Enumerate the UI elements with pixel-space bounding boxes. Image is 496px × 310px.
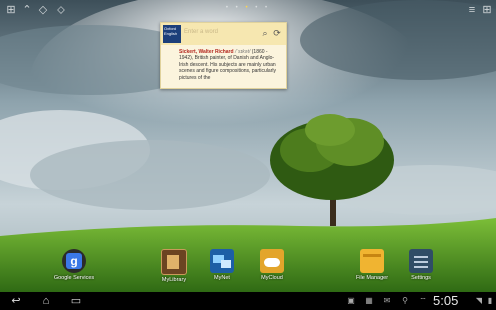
page-dot-active: • bbox=[245, 5, 251, 11]
app-label: File Manager bbox=[355, 275, 389, 281]
app-file-manager[interactable]: File Manager bbox=[346, 249, 398, 281]
battery-icon: ▮ bbox=[487, 296, 493, 305]
email-icon[interactable]: ✉ bbox=[382, 296, 392, 306]
home-icon[interactable]: ⌂ bbox=[38, 294, 54, 308]
app-mynet[interactable]: MyNet bbox=[196, 249, 248, 281]
all-apps-icon[interactable]: ⊞ bbox=[480, 3, 494, 17]
top-bar: ⊞ ⌃ ◇ ⬦ • • • • • ≡ ⊞ bbox=[0, 0, 496, 20]
page-dot: • bbox=[265, 5, 271, 11]
mynet-icon bbox=[210, 249, 234, 273]
app-label: Settings bbox=[411, 275, 431, 281]
mylibrary-icon bbox=[161, 249, 187, 275]
file-manager-icon bbox=[360, 249, 384, 273]
app-settings[interactable]: Settings bbox=[395, 249, 447, 281]
app-label: MyCloud bbox=[261, 275, 283, 281]
dictionary-search-input[interactable]: Enter a word bbox=[184, 29, 254, 39]
entry-pronunciation: /ˈsɪkət/ bbox=[234, 49, 251, 55]
wifi-icon: ⌔ bbox=[419, 296, 427, 305]
wifi-signal-icon: ◥ bbox=[475, 296, 483, 305]
app-mylibrary[interactable]: MyLibrary bbox=[148, 249, 200, 283]
settings-icon[interactable]: ≡ bbox=[465, 3, 479, 17]
app-mycloud[interactable]: MyCloud bbox=[246, 249, 298, 281]
refresh-icon[interactable]: ⟳ bbox=[272, 28, 282, 39]
usb-icon[interactable]: ⚲ bbox=[400, 296, 410, 306]
search-icon[interactable]: ⌕ bbox=[260, 28, 270, 39]
app-google-services[interactable]: g Google Services bbox=[48, 249, 100, 281]
page-dot: • bbox=[225, 5, 231, 11]
gallery-icon[interactable]: ▦ bbox=[364, 296, 374, 306]
app-label: Google Services bbox=[53, 275, 95, 281]
dictionary-entry: Sickert, Walter Richard /ˈsɪkət/ (1860 -… bbox=[179, 49, 281, 81]
app-label: MyLibrary bbox=[161, 277, 187, 283]
mycloud-icon bbox=[260, 249, 284, 273]
page-indicator: • • • • • bbox=[0, 5, 496, 11]
entry-headword: Sickert, Walter Richard bbox=[179, 49, 234, 55]
clock[interactable]: 5:05 bbox=[433, 293, 458, 308]
back-icon[interactable]: ↩ bbox=[8, 294, 24, 308]
page-dot: • bbox=[255, 5, 261, 11]
recent-apps-icon[interactable]: ▭ bbox=[68, 294, 84, 308]
page-dot: • bbox=[235, 5, 241, 11]
screenshot-icon[interactable]: ▣ bbox=[346, 296, 356, 306]
navigation-bar: ↩ ⌂ ▭ ▣ ▦ ✉ ⚲ ⌔ 5:05 ◥ ▮ bbox=[0, 292, 496, 310]
dictionary-widget[interactable]: Oxford English Enter a word ⌕ ⟳ Sickert,… bbox=[160, 22, 287, 89]
oxford-book-icon[interactable]: Oxford English bbox=[163, 25, 181, 43]
settings-icon bbox=[409, 249, 433, 273]
app-label: MyNet bbox=[214, 275, 230, 281]
google-services-icon: g bbox=[62, 249, 86, 273]
